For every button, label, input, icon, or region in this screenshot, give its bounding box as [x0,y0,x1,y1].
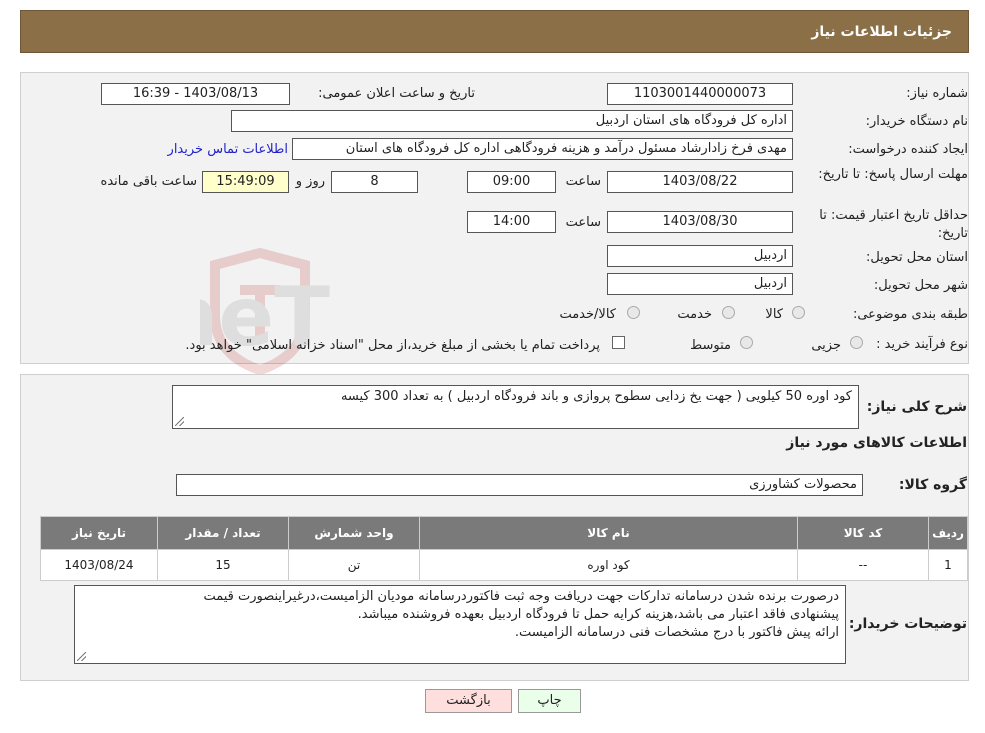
process-minor-radio[interactable] [850,336,863,349]
city-field[interactable]: اردبیل [607,273,793,295]
deadline-label: مهلت ارسال پاسخ: تا تاریخ: [818,167,968,182]
resize-grip-icon[interactable] [175,417,184,426]
notes-line: ارائه پیش فاکتور با درج مشخصات فنی درسام… [514,625,839,640]
notes-line: پیشنهادی فاقد اعتبار می باشد،هزینه کرایه… [357,607,839,622]
deadline-time-label: ساعت [565,174,601,189]
buyer-org-label: نام دستگاه خریدار: [865,114,968,129]
buyer-org-field[interactable]: اداره کل فرودگاه های استان اردبیل [231,110,793,132]
province-label: استان محل تحویل: [866,250,968,265]
category-both-radio[interactable] [627,306,640,319]
treasury-payment-checkbox[interactable] [612,336,625,349]
cell-quantity: 15 [157,549,289,581]
page-title: جزئیات اطلاعات نیاز [811,23,952,40]
notes-line: درصورت برنده شدن درسامانه تدارکات جهت در… [203,589,839,604]
category-service-radio[interactable] [722,306,735,319]
table-row[interactable]: 1 -- کود اوره تن 15 1403/08/24 [40,549,968,581]
goods-section-title: اطلاعات کالاهای مورد نیاز [786,435,967,451]
goods-group-field[interactable]: محصولات کشاورزی [176,474,863,496]
remaining-time-field[interactable]: 15:49:09 [202,171,289,193]
cell-need-date: 1403/08/24 [40,549,158,581]
print-button[interactable]: چاپ [518,689,581,713]
process-medium-label: متوسط [690,338,731,353]
payment-note: پرداخت تمام یا بخشی از مبلغ خرید،از محل … [185,338,600,353]
cell-row: 1 [928,549,968,581]
col-row: ردیف [928,516,968,550]
category-service-label: خدمت [677,307,712,322]
validity-time-field[interactable]: 14:00 [467,211,556,233]
city-label: شهر محل تحویل: [873,278,968,293]
category-goods-label: کالا [765,307,783,322]
cell-name: کود اوره [419,549,798,581]
table-header-row: ردیف کد کالا نام کالا واحد شمارش تعداد /… [40,516,968,550]
items-table: ردیف کد کالا نام کالا واحد شمارش تعداد /… [40,516,968,581]
cell-unit: تن [288,549,420,581]
validity-date-field[interactable]: 1403/08/30 [607,211,793,233]
summary-text: کود اوره 50 کیلویی ( جهت یخ زدایی سطوح پ… [340,389,852,404]
summary-textarea[interactable]: کود اوره 50 کیلویی ( جهت یخ زدایی سطوح پ… [172,385,859,429]
process-minor-label: جزیی [811,338,841,353]
category-both-label: کالا/خدمت [559,307,616,322]
validity-label: حداقل تاریخ اعتبار قیمت: تا تاریخ: [819,208,968,241]
col-quantity: تعداد / مقدار [157,516,289,550]
page-header: جزئیات اطلاعات نیاز [20,10,969,53]
col-name: نام کالا [419,516,798,550]
col-need-date: تاریخ نیاز [40,516,158,550]
back-button[interactable]: بازگشت [425,689,512,713]
creator-label: ایجاد کننده درخواست: [848,142,968,157]
goods-group-label: گروه کالا: [898,477,967,493]
category-label: طبقه بندی موضوعی: [852,307,968,322]
col-unit: واحد شمارش [288,516,420,550]
cell-code: -- [797,549,929,581]
days-count-field[interactable]: 8 [331,171,418,193]
contact-info-link[interactable]: اطلاعات تماس خریدار [168,142,288,157]
deadline-date-field[interactable]: 1403/08/22 [607,171,793,193]
category-goods-radio[interactable] [792,306,805,319]
province-field[interactable]: اردبیل [607,245,793,267]
days-label: روز و [295,174,325,189]
creator-field[interactable]: مهدی فرخ زادارشاد مسئول درآمد و هزینه فر… [292,138,793,160]
process-medium-radio[interactable] [740,336,753,349]
summary-label: شرح کلی نیاز: [866,399,967,415]
need-number-label: شماره نیاز: [906,86,968,101]
resize-grip-icon[interactable] [77,652,86,661]
validity-time-label: ساعت [565,215,601,230]
notes-textarea[interactable]: درصورت برنده شدن درسامانه تدارکات جهت در… [74,585,846,664]
deadline-time-field[interactable]: 09:00 [467,171,556,193]
announce-field[interactable]: 1403/08/13 - 16:39 [101,83,290,105]
remaining-label: ساعت باقی مانده [100,174,197,189]
process-label: نوع فرآیند خرید : [876,337,968,352]
need-number-field[interactable]: 1103001440000073 [607,83,793,105]
col-code: کد کالا [797,516,929,550]
announce-label: تاریخ و ساعت اعلان عمومی: [318,86,475,101]
notes-label: توضیحات خریدار: [848,616,967,632]
